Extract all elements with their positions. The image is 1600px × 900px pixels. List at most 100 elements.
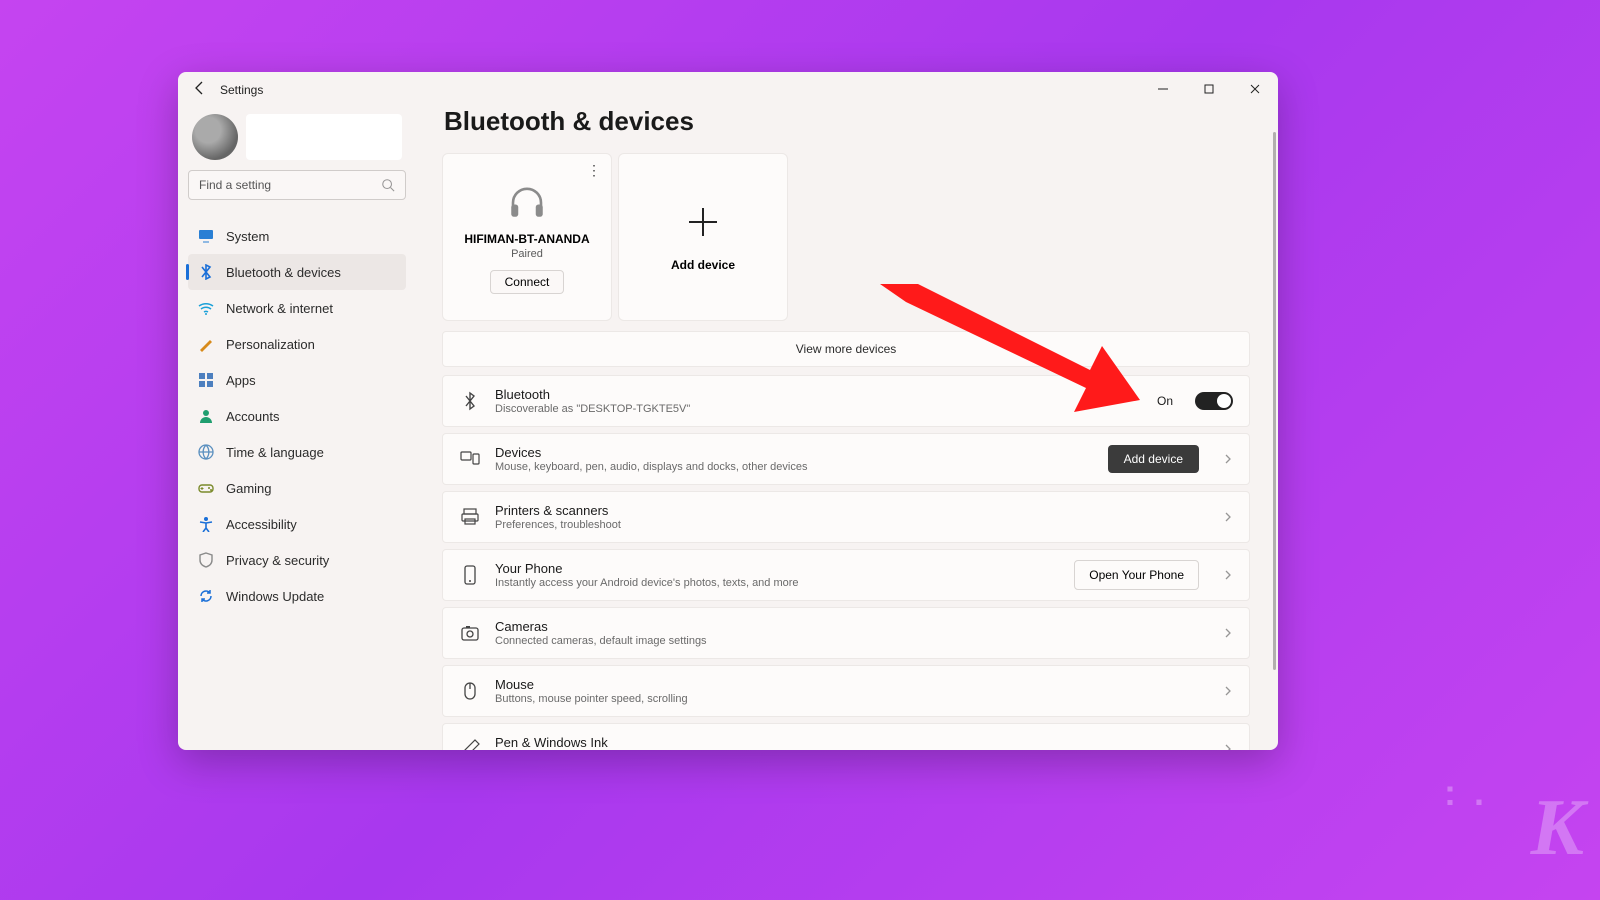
watermark: K bbox=[1531, 783, 1576, 874]
sidebar-item-apps[interactable]: Apps bbox=[188, 362, 406, 398]
bluetooth-subtitle: Discoverable as "DESKTOP-TGKTE5V" bbox=[495, 403, 1143, 415]
sidebar-item-label: Accounts bbox=[226, 409, 279, 424]
bluetooth-icon bbox=[198, 264, 214, 280]
row-title: Your Phone bbox=[495, 561, 1060, 576]
minimize-button[interactable] bbox=[1140, 72, 1186, 106]
maximize-button[interactable] bbox=[1186, 72, 1232, 106]
main-content: Bluetooth & devices ⋮ HIFIMAN-BT-ANANDA … bbox=[414, 106, 1278, 750]
globe-icon bbox=[198, 444, 214, 460]
brush-icon bbox=[198, 336, 214, 352]
search-input[interactable]: Find a setting bbox=[188, 170, 406, 200]
sidebar-item-label: Windows Update bbox=[226, 589, 324, 604]
bluetooth-toggle[interactable] bbox=[1195, 392, 1233, 410]
row-title: Cameras bbox=[495, 619, 1199, 634]
sidebar-item-label: Apps bbox=[226, 373, 256, 388]
sidebar-item-privacy-security[interactable]: Privacy & security bbox=[188, 542, 406, 578]
device-tiles: ⋮ HIFIMAN-BT-ANANDA Paired Connect Add d… bbox=[442, 153, 1250, 321]
row-subtitle: Instantly access your Android device's p… bbox=[495, 577, 1060, 589]
settings-window: Settings Find a setting System Bluetooth … bbox=[178, 72, 1278, 750]
headphones-icon bbox=[506, 180, 548, 222]
sidebar-item-bluetooth-devices[interactable]: Bluetooth & devices bbox=[188, 254, 406, 290]
row-title: Devices bbox=[495, 445, 1094, 460]
sidebar-item-label: Time & language bbox=[226, 445, 324, 460]
header-left: Settings bbox=[192, 80, 263, 99]
devices-icon bbox=[459, 449, 481, 469]
chevron-right-icon bbox=[1223, 744, 1233, 750]
settings-row-devices[interactable]: DevicesMouse, keyboard, pen, audio, disp… bbox=[442, 433, 1250, 485]
add-device-label: Add device bbox=[671, 258, 735, 272]
sidebar-item-personalization[interactable]: Personalization bbox=[188, 326, 406, 362]
connect-button[interactable]: Connect bbox=[490, 270, 565, 294]
sidebar-item-label: Bluetooth & devices bbox=[226, 265, 341, 280]
chevron-right-icon bbox=[1223, 686, 1233, 696]
sidebar-item-network-internet[interactable]: Network & internet bbox=[188, 290, 406, 326]
settings-row-pen-windows-ink[interactable]: Pen & Windows InkRight-handed or left-ha… bbox=[442, 723, 1250, 750]
row-title: Mouse bbox=[495, 677, 1199, 692]
add-device-tile[interactable]: Add device bbox=[618, 153, 788, 321]
chevron-right-icon bbox=[1223, 628, 1233, 638]
grid-icon bbox=[198, 372, 214, 388]
sidebar-item-label: Accessibility bbox=[226, 517, 297, 532]
bluetooth-title: Bluetooth bbox=[495, 387, 1143, 402]
accessibility-icon bbox=[198, 516, 214, 532]
device-status: Paired bbox=[511, 248, 543, 260]
phone-icon bbox=[459, 565, 481, 585]
row-subtitle: Connected cameras, default image setting… bbox=[495, 635, 1199, 647]
sidebar-item-label: Network & internet bbox=[226, 301, 333, 316]
watermark-dots: : . bbox=[1444, 772, 1488, 814]
monitor-icon bbox=[198, 228, 214, 244]
close-icon bbox=[1250, 84, 1260, 94]
sidebar-item-label: Personalization bbox=[226, 337, 315, 352]
sidebar-item-label: System bbox=[226, 229, 269, 244]
chevron-right-icon bbox=[1223, 512, 1233, 522]
gamepad-icon bbox=[198, 480, 214, 496]
maximize-icon bbox=[1204, 84, 1214, 94]
row-subtitle: Mouse, keyboard, pen, audio, displays an… bbox=[495, 461, 1094, 473]
row-action-button[interactable]: Add device bbox=[1108, 445, 1199, 473]
profile-name-redacted bbox=[246, 114, 402, 160]
row-title: Printers & scanners bbox=[495, 503, 1199, 518]
chevron-right-icon bbox=[1223, 570, 1233, 580]
app-title: Settings bbox=[220, 83, 263, 97]
settings-row-printers-scanners[interactable]: Printers & scannersPreferences, troubles… bbox=[442, 491, 1250, 543]
profile-block[interactable] bbox=[188, 114, 406, 170]
camera-icon bbox=[459, 623, 481, 643]
chevron-right-icon bbox=[1223, 454, 1233, 464]
sidebar-item-gaming[interactable]: Gaming bbox=[188, 470, 406, 506]
close-button[interactable] bbox=[1232, 72, 1278, 106]
row-subtitle: Buttons, mouse pointer speed, scrolling bbox=[495, 693, 1199, 705]
page-title: Bluetooth & devices bbox=[444, 106, 1250, 137]
sidebar-nav: System Bluetooth & devices Network & inter… bbox=[188, 218, 406, 614]
scrollbar[interactable] bbox=[1273, 132, 1276, 670]
sidebar-item-label: Gaming bbox=[226, 481, 272, 496]
shield-icon bbox=[198, 552, 214, 568]
row-subtitle: Preferences, troubleshoot bbox=[495, 519, 1199, 531]
view-more-devices[interactable]: View more devices bbox=[442, 331, 1250, 367]
sidebar-item-system[interactable]: System bbox=[188, 218, 406, 254]
sidebar-item-windows-update[interactable]: Windows Update bbox=[188, 578, 406, 614]
device-name: HIFIMAN-BT-ANANDA bbox=[464, 232, 589, 246]
back-button[interactable] bbox=[192, 80, 208, 99]
settings-row-mouse[interactable]: MouseButtons, mouse pointer speed, scrol… bbox=[442, 665, 1250, 717]
row-title: Pen & Windows Ink bbox=[495, 735, 1199, 750]
sidebar-item-accounts[interactable]: Accounts bbox=[188, 398, 406, 434]
avatar bbox=[192, 114, 238, 160]
device-tile-headphones[interactable]: ⋮ HIFIMAN-BT-ANANDA Paired Connect bbox=[442, 153, 612, 321]
search-icon bbox=[381, 178, 395, 192]
printer-icon bbox=[459, 507, 481, 527]
arrow-left-icon bbox=[192, 80, 208, 96]
settings-row-cameras[interactable]: CamerasConnected cameras, default image … bbox=[442, 607, 1250, 659]
sidebar-item-label: Privacy & security bbox=[226, 553, 329, 568]
wifi-icon bbox=[198, 300, 214, 316]
bluetooth-toggle-row: Bluetooth Discoverable as "DESKTOP-TGKTE… bbox=[442, 375, 1250, 427]
sidebar-item-accessibility[interactable]: Accessibility bbox=[188, 506, 406, 542]
toggle-state-label: On bbox=[1157, 394, 1173, 408]
search-placeholder: Find a setting bbox=[199, 178, 381, 192]
tile-more-button[interactable]: ⋮ bbox=[587, 162, 601, 179]
minimize-icon bbox=[1158, 84, 1168, 94]
sidebar-item-time-language[interactable]: Time & language bbox=[188, 434, 406, 470]
settings-row-your-phone[interactable]: Your PhoneInstantly access your Android … bbox=[442, 549, 1250, 601]
pen-icon bbox=[459, 739, 481, 750]
row-action-button[interactable]: Open Your Phone bbox=[1074, 560, 1199, 590]
mouse-icon bbox=[459, 681, 481, 701]
